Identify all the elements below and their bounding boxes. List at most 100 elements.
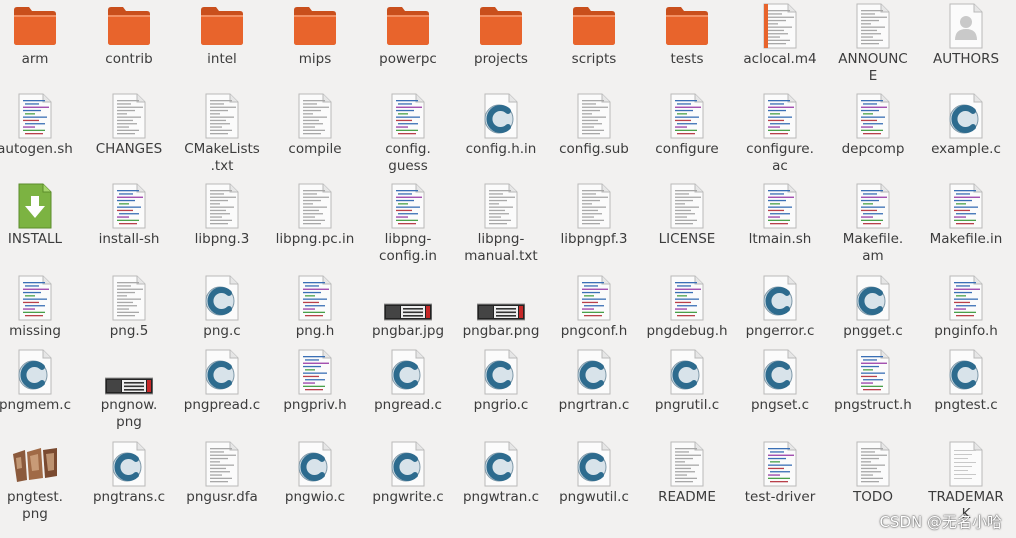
file-configure-ac[interactable]: configure. ac	[734, 92, 826, 175]
file-label: pngwrite.c	[372, 489, 444, 505]
text-file-icon	[570, 182, 618, 230]
file-png-5[interactable]: png.5	[83, 274, 175, 340]
file-label: contrib	[105, 51, 153, 67]
file-libpng-pc-in[interactable]: libpng.pc.in	[269, 182, 361, 248]
file-libpng-manual-txt[interactable]: libpng- manual.txt	[455, 182, 547, 265]
file-pngget-c[interactable]: pngget.c	[827, 274, 919, 340]
file-label: pngrtran.c	[558, 397, 630, 413]
file-label: png.5	[109, 323, 149, 339]
file-readme[interactable]: README	[641, 440, 733, 506]
file-depcomp[interactable]: depcomp	[827, 92, 919, 158]
file-pngpread-c[interactable]: pngpread.c	[176, 348, 268, 414]
file-libpng-config-in[interactable]: libpng- config.in	[362, 182, 454, 265]
file-makefile-in[interactable]: Makefile.in	[920, 182, 1012, 248]
file-pngrtran-c[interactable]: pngrtran.c	[548, 348, 640, 414]
file-label: projects	[474, 51, 528, 67]
file-label: scripts	[571, 51, 617, 67]
file-pngbar-jpg[interactable]: pngbar.jpg	[362, 274, 454, 340]
file-pngrio-c[interactable]: pngrio.c	[455, 348, 547, 414]
c-file-icon	[663, 348, 711, 396]
file-label: intel	[207, 51, 237, 67]
file-missing[interactable]: missing	[0, 274, 81, 340]
file-aclocal-m4[interactable]: aclocal.m4	[734, 2, 826, 68]
file-label: pngwutil.c	[559, 489, 629, 505]
m4-file-icon	[756, 2, 804, 50]
file-pngpriv-h[interactable]: pngpriv.h	[269, 348, 361, 414]
file-changes[interactable]: CHANGES	[83, 92, 175, 158]
file-pngerror-c[interactable]: pngerror.c	[734, 274, 826, 340]
file-pngusr-dfa[interactable]: pngusr.dfa	[176, 440, 268, 506]
file-pngstruct-h[interactable]: pngstruct.h	[827, 348, 919, 414]
file-pngconf-h[interactable]: pngconf.h	[548, 274, 640, 340]
file-pngread-c[interactable]: pngread.c	[362, 348, 454, 414]
file-compile[interactable]: compile	[269, 92, 361, 158]
folder-mips[interactable]: mips	[269, 2, 361, 68]
file-configure[interactable]: configure	[641, 92, 733, 158]
file-label: CMakeLists .txt	[184, 141, 260, 174]
file-libpngpf-3[interactable]: libpngpf.3	[548, 182, 640, 248]
file-pngnow-png[interactable]: pngnow. png	[83, 348, 175, 431]
file-todo[interactable]: TODO	[827, 440, 919, 506]
file-label: powerpc	[379, 51, 437, 67]
file-pngtest-png[interactable]: pngtest. png	[0, 440, 81, 523]
file-ltmain-sh[interactable]: ltmain.sh	[734, 182, 826, 248]
file-autogen-sh[interactable]: autogen.sh	[0, 92, 81, 158]
script-file-icon	[849, 92, 897, 140]
file-label: pngerror.c	[745, 323, 815, 339]
file-test-driver[interactable]: test-driver	[734, 440, 826, 506]
file-label: example.c	[931, 141, 1001, 157]
file-config-guess[interactable]: config. guess	[362, 92, 454, 175]
folder-contrib[interactable]: contrib	[83, 2, 175, 68]
file-label: pngwtran.c	[462, 489, 540, 505]
script-file-icon	[942, 182, 990, 230]
folder-scripts[interactable]: scripts	[548, 2, 640, 68]
file-install[interactable]: INSTALL	[0, 182, 81, 248]
file-pngtrans-c[interactable]: pngtrans.c	[83, 440, 175, 506]
folder-projects[interactable]: projects	[455, 2, 547, 68]
file-config-sub[interactable]: config.sub	[548, 92, 640, 158]
file-label: pngdebug.h	[646, 323, 728, 339]
text-file-icon	[291, 92, 339, 140]
file-pngset-c[interactable]: pngset.c	[734, 348, 826, 414]
c-file-icon	[570, 440, 618, 488]
c-file-icon	[477, 92, 525, 140]
file-pngwutil-c[interactable]: pngwutil.c	[548, 440, 640, 506]
file-announce[interactable]: ANNOUNC E	[827, 2, 919, 85]
file-pngrutil-c[interactable]: pngrutil.c	[641, 348, 733, 414]
file-grid: arm contrib intel mips powerpc projects script…	[0, 0, 1016, 538]
file-install-sh[interactable]: install-sh	[83, 182, 175, 248]
file-png-h[interactable]: png.h	[269, 274, 361, 340]
folder-tests[interactable]: tests	[641, 2, 733, 68]
file-pngdebug-h[interactable]: pngdebug.h	[641, 274, 733, 340]
file-makefile-am[interactable]: Makefile. am	[827, 182, 919, 265]
file-example-c[interactable]: example.c	[920, 92, 1012, 158]
c-file-icon	[477, 348, 525, 396]
file-license[interactable]: LICENSE	[641, 182, 733, 248]
folder-powerpc[interactable]: powerpc	[362, 2, 454, 68]
file-pngmem-c[interactable]: pngmem.c	[0, 348, 81, 414]
file-authors[interactable]: AUTHORS	[920, 2, 1012, 68]
folder-arm[interactable]: arm	[0, 2, 81, 68]
file-pnginfo-h[interactable]: pnginfo.h	[920, 274, 1012, 340]
script-file-icon	[291, 274, 339, 322]
c-file-icon	[11, 348, 59, 396]
file-pngbar-png[interactable]: pngbar.png	[455, 274, 547, 340]
file-libpng-3[interactable]: libpng.3	[176, 182, 268, 248]
file-png-c[interactable]: png.c	[176, 274, 268, 340]
script-file-icon	[384, 92, 432, 140]
file-label: mips	[298, 51, 332, 67]
folder-file-icon	[384, 2, 432, 50]
file-label: libpng- manual.txt	[464, 231, 538, 264]
pngbar-file-icon	[384, 274, 432, 322]
file-pngwrite-c[interactable]: pngwrite.c	[362, 440, 454, 506]
file-config-h-in[interactable]: config.h.in	[455, 92, 547, 158]
file-pngtest-c[interactable]: pngtest.c	[920, 348, 1012, 414]
file-pngwio-c[interactable]: pngwio.c	[269, 440, 361, 506]
file-pngwtran-c[interactable]: pngwtran.c	[455, 440, 547, 506]
c-file-icon	[291, 440, 339, 488]
file-label: arm	[21, 51, 49, 67]
folder-file-icon	[663, 2, 711, 50]
file-cmakelists-txt[interactable]: CMakeLists .txt	[176, 92, 268, 175]
folder-intel[interactable]: intel	[176, 2, 268, 68]
file-label: TODO	[853, 489, 893, 505]
